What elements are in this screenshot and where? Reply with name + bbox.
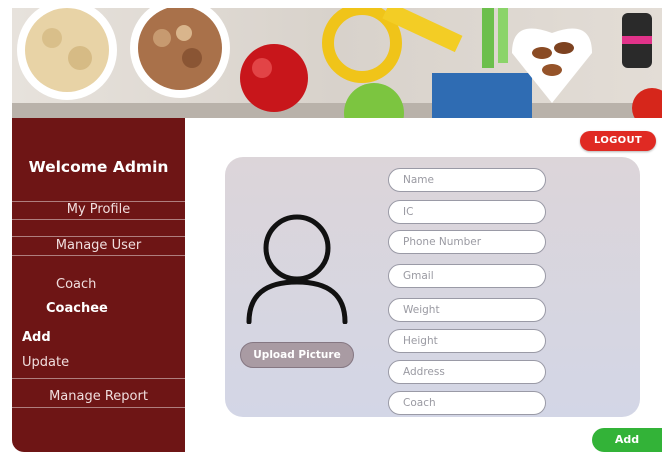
logout-button[interactable]: LOGOUT xyxy=(580,131,656,151)
address-field[interactable] xyxy=(388,360,546,384)
phone-number-field[interactable] xyxy=(388,230,546,254)
sidebar-item-my-profile[interactable]: My Profile xyxy=(12,202,185,217)
sidebar-item-add[interactable]: Add xyxy=(22,330,51,345)
sidebar-item-manage-report[interactable]: Manage Report xyxy=(12,389,185,404)
sidebar-item-update[interactable]: Update xyxy=(22,355,69,370)
welcome-title: Welcome Admin xyxy=(28,158,169,176)
banner-photo xyxy=(12,8,662,118)
coach-field[interactable] xyxy=(388,391,546,415)
add-button[interactable]: Add xyxy=(592,428,662,452)
sidebar-item-coach[interactable]: Coach xyxy=(56,277,96,292)
sidebar-item-coachee[interactable]: Coachee xyxy=(46,301,108,316)
weight-field[interactable] xyxy=(388,298,546,322)
sidebar-item-manage-user[interactable]: Manage User xyxy=(12,238,185,253)
ic-field[interactable] xyxy=(388,200,546,224)
divider xyxy=(12,255,185,256)
upload-picture-button[interactable]: Upload Picture xyxy=(240,342,354,368)
sidebar: Welcome Admin My Profile Manage User Coa… xyxy=(12,118,185,452)
divider xyxy=(12,378,185,379)
divider xyxy=(12,219,185,220)
banner-image xyxy=(12,8,662,118)
gmail-field[interactable] xyxy=(388,264,546,288)
height-field[interactable] xyxy=(388,329,546,353)
divider xyxy=(12,407,185,408)
user-outline-icon xyxy=(245,212,349,325)
name-field[interactable] xyxy=(388,168,546,192)
divider xyxy=(12,236,185,237)
